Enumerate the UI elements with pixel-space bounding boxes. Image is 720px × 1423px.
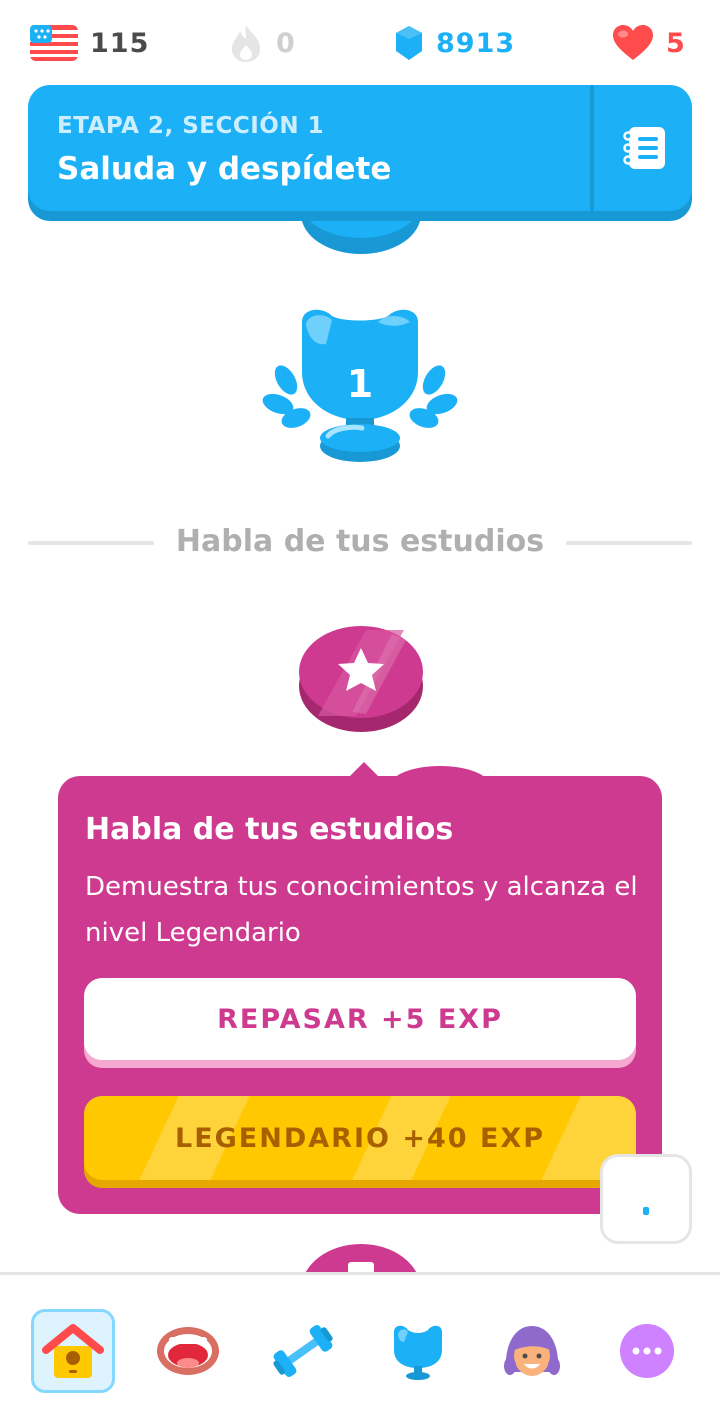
star-lesson-node[interactable] bbox=[296, 616, 426, 734]
leaderboard-icon bbox=[394, 1325, 442, 1380]
heart-count: 5 bbox=[666, 27, 686, 59]
popover-description: Demuestra tus conocimientos y alcanza el… bbox=[85, 872, 638, 948]
next-lesson-node[interactable] bbox=[300, 1240, 422, 1274]
guidebook-button[interactable] bbox=[598, 85, 692, 211]
more-icon bbox=[620, 1324, 674, 1378]
top-stats-bar: 115 0 8913 5 bbox=[0, 0, 720, 86]
heart-icon bbox=[613, 25, 653, 60]
flame-icon bbox=[232, 25, 260, 62]
nav-leaderboard[interactable] bbox=[376, 1309, 460, 1393]
unit-trophy[interactable]: 1 bbox=[262, 300, 458, 466]
unit-title: Saluda y despídete bbox=[57, 151, 392, 187]
nav-home[interactable] bbox=[31, 1309, 115, 1393]
gem-icon bbox=[396, 26, 422, 60]
popover-title: Habla de tus estudios bbox=[85, 812, 454, 847]
gems-stat[interactable]: 8913 bbox=[394, 22, 515, 64]
course-stat[interactable]: 115 bbox=[30, 22, 149, 64]
streak-count: 0 bbox=[276, 27, 296, 59]
streak-stat[interactable]: 0 bbox=[228, 22, 296, 64]
hearts-stat[interactable]: 5 bbox=[612, 22, 686, 64]
review-button-label: REPASAR +5 EXP bbox=[84, 978, 636, 1060]
nav-speak[interactable] bbox=[146, 1309, 230, 1393]
legendary-button[interactable]: LEGENDARIO +40 EXP bbox=[84, 1096, 636, 1188]
speak-icon bbox=[157, 1327, 219, 1375]
unit-header: ETAPA 2, SECCIÓN 1 Saluda y despídete bbox=[28, 85, 692, 221]
profile-icon bbox=[504, 1326, 560, 1376]
home-icon bbox=[42, 1324, 104, 1378]
nav-more[interactable] bbox=[605, 1309, 689, 1393]
trophy-number: 1 bbox=[346, 362, 374, 406]
legendary-button-label: LEGENDARIO +40 EXP bbox=[84, 1096, 636, 1180]
us-flag-icon bbox=[30, 25, 78, 61]
practice-icon bbox=[273, 1325, 333, 1377]
course-count: 115 bbox=[90, 27, 150, 59]
nav-practice[interactable] bbox=[261, 1309, 345, 1393]
unit-subtitle: ETAPA 2, SECCIÓN 1 bbox=[57, 113, 325, 139]
gem-count: 8913 bbox=[436, 27, 516, 59]
nav-profile[interactable] bbox=[490, 1309, 574, 1393]
section-divider: Habla de tus estudios bbox=[28, 518, 692, 568]
lesson-popover: Habla de tus estudios Demuestra tus cono… bbox=[58, 776, 662, 1214]
scroll-to-current-button[interactable] bbox=[600, 1154, 692, 1244]
guidebook-icon bbox=[623, 127, 665, 169]
bottom-navigation bbox=[0, 1272, 720, 1423]
review-button[interactable]: REPASAR +5 EXP bbox=[84, 978, 636, 1068]
